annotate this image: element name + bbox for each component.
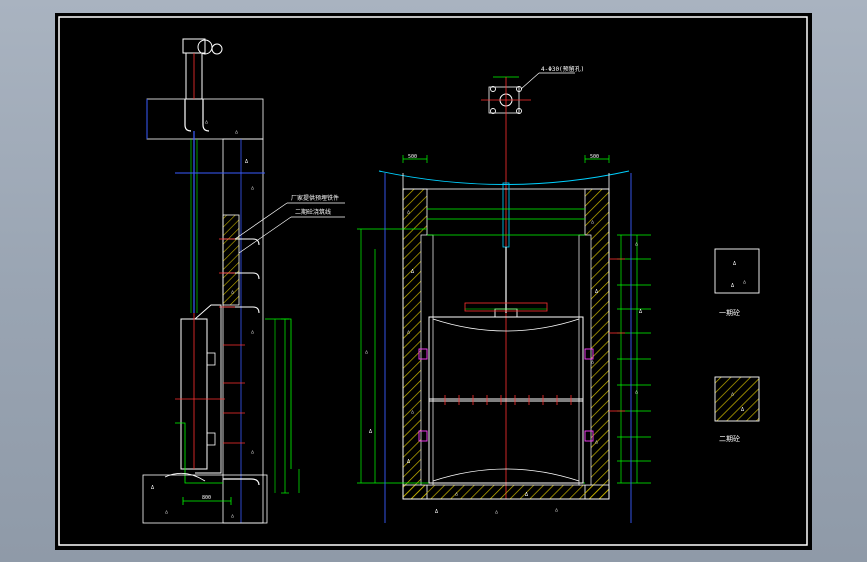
svg-text:Δ: Δ <box>639 309 642 315</box>
legend-second-stage-swatch <box>714 376 760 422</box>
side-section: 800 厂家提供预埋铁件 二期砼浇筑线 △ △ Δ △ △ △ △ △ Δ △ <box>142 38 345 524</box>
dim-left-label: 500 <box>408 154 417 160</box>
cad-viewport[interactable]: 800 厂家提供预埋铁件 二期砼浇筑线 △ △ Δ △ △ △ △ △ Δ △ <box>55 13 812 550</box>
base-slab <box>402 484 610 500</box>
svg-text:Δ: Δ <box>369 429 372 435</box>
svg-text:△: △ <box>411 409 414 415</box>
svg-text:Δ: Δ <box>407 459 410 465</box>
svg-text:△: △ <box>635 241 638 247</box>
svg-text:Δ: Δ <box>435 509 438 515</box>
svg-text:Δ: Δ <box>595 289 598 295</box>
svg-text:Δ: Δ <box>411 269 414 275</box>
svg-text:△: △ <box>165 509 168 515</box>
svg-text:△: △ <box>365 349 368 355</box>
wall-column <box>222 138 264 524</box>
callout-second-pour-line: 二期砼浇筑线 <box>295 208 331 216</box>
legend-second-stage-label: 二期砼 <box>719 434 740 443</box>
svg-text:△: △ <box>231 513 234 519</box>
svg-text:△: △ <box>251 449 254 455</box>
svg-text:△: △ <box>555 507 558 513</box>
svg-text:△: △ <box>591 359 594 365</box>
svg-text:Δ: Δ <box>245 159 248 165</box>
callout-embedded-steel: 厂家提供预埋铁件 <box>291 194 339 202</box>
svg-text:△: △ <box>731 391 734 397</box>
svg-text:△: △ <box>407 329 410 335</box>
svg-text:△: △ <box>251 329 254 335</box>
legend: Δ △ Δ 一期砼 △ Δ 二期砼 <box>714 248 760 443</box>
dim-base-label: 800 <box>202 495 211 501</box>
bolt-plate: 4-Φ30(预留孔) <box>481 65 584 114</box>
dim-right-label: 500 <box>590 154 599 160</box>
svg-text:△: △ <box>591 219 594 225</box>
hoist-machine <box>182 38 223 132</box>
legend-first-stage-swatch <box>714 248 760 294</box>
svg-text:Δ: Δ <box>741 407 744 413</box>
svg-text:Δ: Δ <box>733 261 736 267</box>
svg-text:△: △ <box>235 129 238 135</box>
svg-text:△: △ <box>595 439 598 445</box>
svg-text:△: △ <box>407 209 410 215</box>
svg-text:△: △ <box>251 185 254 191</box>
gate-drawing: 800 厂家提供预埋铁件 二期砼浇筑线 △ △ Δ △ △ △ △ △ Δ △ 4-Φ30… <box>58 16 808 546</box>
svg-text:△: △ <box>455 491 458 497</box>
legend-first-stage-label: 一期砼 <box>719 308 740 317</box>
svg-text:Δ: Δ <box>525 492 528 498</box>
svg-text:△: △ <box>231 289 234 295</box>
bolt-note: 4-Φ30(预留孔) <box>541 65 584 73</box>
svg-text:△: △ <box>635 389 638 395</box>
svg-text:Δ: Δ <box>151 485 154 491</box>
svg-text:△: △ <box>495 509 498 515</box>
svg-text:Δ: Δ <box>731 283 734 289</box>
front-elevation: 4-Φ30(预留孔) 500 500 △Δ△ △Δ △Δ△ △△ Δ △ △Δ … <box>357 65 651 523</box>
water-surface <box>378 170 630 185</box>
svg-text:△: △ <box>205 119 208 125</box>
svg-text:△: △ <box>743 279 746 285</box>
